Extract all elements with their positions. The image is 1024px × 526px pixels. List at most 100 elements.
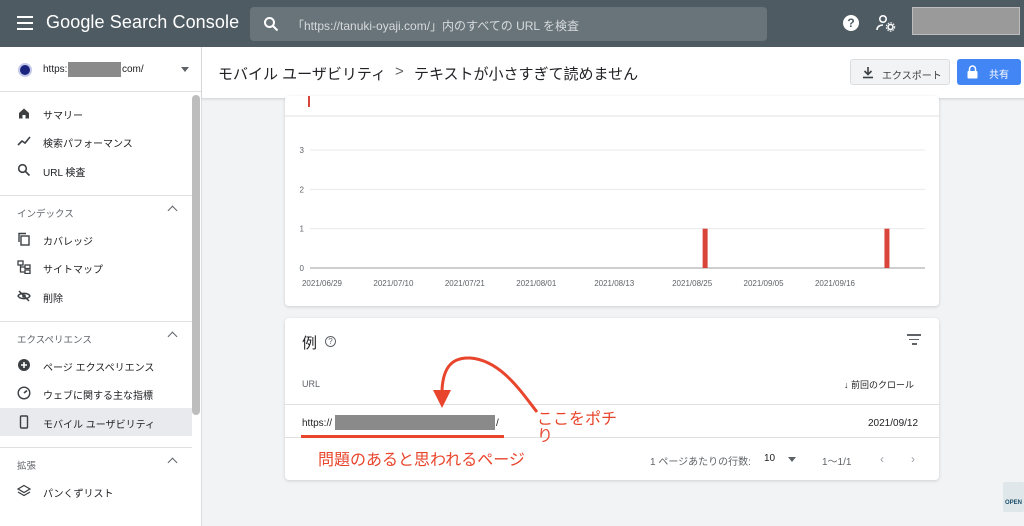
sidebar-item-label: URL 検査 [43, 168, 86, 179]
sidebar-item-mobile-usability[interactable]: モバイル ユーザビリティ [0, 408, 192, 436]
prev-page-icon[interactable]: ‹ [880, 452, 884, 466]
sidebar-item-label: ウェブに関する主な指標 [43, 391, 153, 402]
page-title: テキストが小さすぎて読めません [414, 66, 639, 83]
page-header: モバイル ユーザビリティ > テキストが小さすぎて読めません エクスポート 共有 [202, 47, 1024, 99]
annotation-click-here: ここをポチり [537, 411, 618, 445]
row-last-crawl: 2021/09/12 [868, 418, 919, 429]
y-tick-label: 0 [300, 264, 305, 273]
column-header-label: 前回のクロール [851, 380, 915, 390]
annotation-underline [301, 435, 504, 438]
y-tick-label: 2 [300, 185, 305, 194]
chevron-up-icon [167, 457, 178, 468]
sidebar-item-label: サイトマップ [43, 265, 103, 276]
sidebar-item-summary[interactable]: サマリー [0, 99, 192, 127]
filter-icon[interactable] [907, 334, 921, 345]
sitemap-icon [17, 260, 31, 274]
layers-icon [17, 484, 31, 497]
dropdown-caret-icon [181, 67, 189, 72]
property-prefix: https: [43, 64, 68, 75]
home-icon [19, 108, 29, 119]
eye-off-icon [17, 290, 31, 302]
sidebar-item-label: ページ エクスペリエンス [43, 363, 155, 374]
sidebar-item-label: 検索パフォーマンス [43, 139, 133, 150]
sidebar-item-url-inspection[interactable]: URL 検査 [0, 156, 192, 184]
issues-bar-chart: 0 1 2 3 2021/06/29 2021/07/10 2021/07/21 2021/0… [285, 96, 939, 288]
x-tick-label: 2021/07/21 [445, 279, 486, 288]
x-tick-label: 2021/08/01 [516, 279, 557, 288]
sidebar-item-label: パンくずリスト [43, 489, 114, 500]
top-app-bar: Google Search Console 「https://tanuki-oy… [0, 0, 1024, 47]
search-input[interactable]: 「https://tanuki-oyaji.com/」内のすべての URL を検… [250, 7, 767, 41]
section-experience[interactable]: エクスペリエンス [0, 321, 192, 349]
sidebar-item-label: サマリー [43, 111, 83, 122]
column-header-last-crawl[interactable]: ↓ 前回のクロール [844, 378, 914, 391]
dropdown-caret-icon[interactable] [788, 457, 796, 462]
next-page-icon[interactable]: › [911, 452, 915, 466]
breadcrumb-parent[interactable]: モバイル ユーザビリティ [218, 63, 386, 84]
share-label: 共有 [989, 70, 1009, 81]
export-label: エクスポート [882, 71, 942, 82]
x-tick-label: 2021/09/05 [744, 279, 785, 288]
property-icon [18, 63, 32, 77]
chart-bar [702, 228, 708, 268]
pagination-range: 1〜1/1 [822, 457, 852, 468]
property-selector[interactable]: https: com/ [0, 47, 201, 92]
examples-title: 例 [302, 335, 318, 352]
download-icon [863, 67, 873, 79]
chevron-up-icon [167, 205, 178, 216]
chart-bar [884, 228, 890, 268]
x-tick-label: 2021/07/10 [373, 279, 414, 288]
sidebar-item-page-experience[interactable]: ページ エクスペリエンス [0, 351, 192, 379]
sidebar-item-breadcrumbs[interactable]: パンくずリスト [0, 477, 192, 505]
chart-card: 0 1 2 3 2021/06/29 2021/07/10 2021/07/21 2021/0… [285, 96, 939, 306]
speed-icon [17, 386, 31, 400]
row-url-prefix: https:// [302, 418, 333, 429]
section-label: エクスペリエンス [17, 335, 92, 346]
export-button[interactable]: エクスポート [850, 59, 950, 85]
menu-icon[interactable] [17, 16, 33, 30]
x-tick-label: 2021/09/16 [815, 279, 856, 288]
trending-icon [17, 136, 31, 146]
phone-icon [19, 415, 29, 429]
sidebar-item-coverage[interactable]: カバレッジ [0, 225, 192, 253]
sidebar-item-label: 削除 [43, 294, 63, 305]
share-button[interactable]: 共有 [957, 59, 1021, 85]
sidebar-scrollbar[interactable] [192, 95, 200, 415]
help-icon[interactable]: ? [843, 15, 859, 31]
add-circle-icon [18, 359, 30, 371]
rows-per-page-select[interactable]: 10 [764, 453, 775, 464]
x-tick-label: 2021/08/13 [594, 279, 635, 288]
section-label: 拡張 [17, 461, 37, 472]
sidebar-item-removals[interactable]: 削除 [0, 282, 192, 310]
section-index[interactable]: インデックス [0, 195, 192, 223]
search-icon [17, 163, 31, 177]
search-placeholder: 「https://tanuki-oyaji.com/」内のすべての URL を検… [292, 19, 579, 33]
property-suffix: com/ [122, 64, 144, 75]
sidebar: https: com/ サマリー 検索パフォーマンス URL 検査 インデックス… [0, 47, 202, 526]
column-header-url: URL [302, 379, 321, 389]
app-title[interactable]: Google Search Console [46, 12, 239, 33]
x-tick-label: 2021/06/29 [302, 279, 343, 288]
account-avatar[interactable] [912, 7, 1020, 35]
chart-bar-cropped [308, 96, 310, 107]
x-tick-label: 2021/08/25 [672, 279, 713, 288]
corner-badge-logo: OPEN [1003, 482, 1024, 512]
section-label: インデックス [17, 209, 74, 220]
sidebar-item-performance[interactable]: 検索パフォーマンス [0, 127, 192, 155]
lock-icon [967, 65, 978, 79]
sidebar-item-core-web-vitals[interactable]: ウェブに関する主な指標 [0, 379, 192, 407]
redacted-block [68, 62, 121, 77]
y-tick-label: 3 [300, 146, 305, 155]
sidebar-item-sitemaps[interactable]: サイトマップ [0, 253, 192, 281]
copy-icon [18, 232, 30, 246]
y-tick-label: 1 [300, 225, 305, 234]
sidebar-item-label: モバイル ユーザビリティ [43, 420, 155, 431]
user-gear-icon[interactable] [876, 14, 896, 32]
search-icon [264, 17, 279, 32]
chevron-up-icon [167, 331, 178, 342]
help-outline-icon[interactable]: ? [325, 336, 336, 347]
section-extension[interactable]: 拡張 [0, 447, 192, 475]
sidebar-item-label: カバレッジ [43, 237, 93, 248]
breadcrumb-separator: > [395, 63, 404, 80]
annotation-arrow-icon [433, 356, 539, 413]
